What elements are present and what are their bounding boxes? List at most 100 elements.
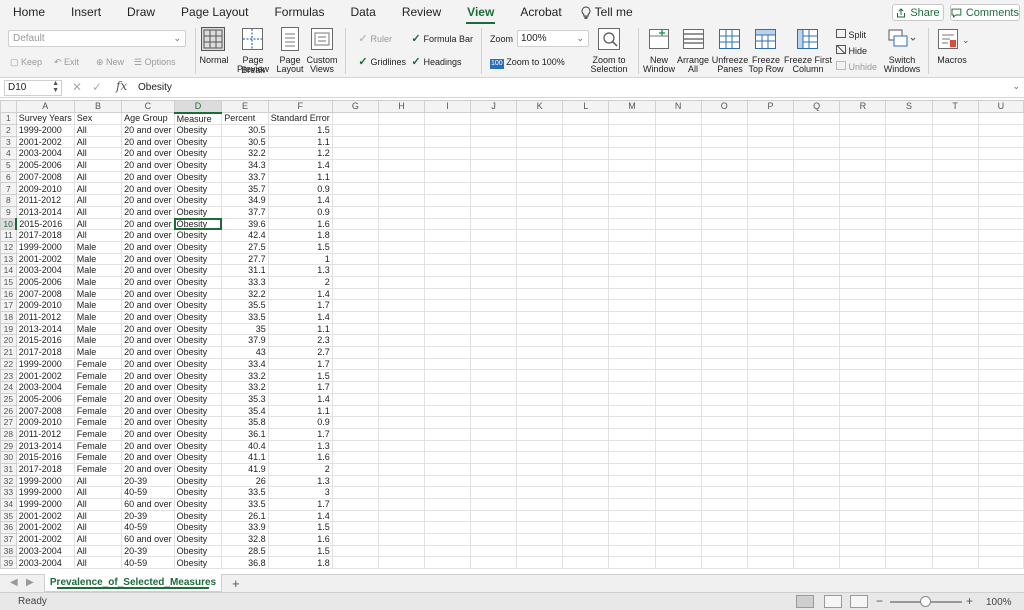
cell[interactable] [977,509,1024,523]
cell[interactable] [516,474,564,488]
cell[interactable] [793,124,841,137]
cell[interactable]: 1.5 [267,544,333,558]
cell[interactable]: 43 [221,346,269,359]
row-header[interactable]: 8 [0,194,17,207]
cell[interactable]: 20 and over [121,264,175,277]
cell[interactable] [516,205,564,219]
cell[interactable] [562,416,610,429]
cell[interactable] [654,194,702,207]
column-header-l[interactable]: L [562,100,610,113]
cell[interactable]: 20 and over [121,182,175,196]
cell[interactable]: Male [73,322,123,336]
cell[interactable] [654,170,702,184]
cell[interactable]: 1999-2000 [15,240,75,254]
tab-review[interactable]: Review [389,0,454,24]
cell[interactable] [608,194,656,207]
cell[interactable]: 20 and over [121,287,175,301]
cell[interactable] [470,299,518,312]
cell[interactable]: Obesity [173,217,223,231]
cell[interactable] [331,299,379,312]
cell[interactable] [746,439,795,453]
options-button[interactable]: ☰ Options [134,57,176,67]
cell[interactable] [331,275,379,289]
cell[interactable] [377,194,426,207]
cell[interactable] [562,486,610,499]
cell[interactable] [885,451,933,464]
cell[interactable]: 2 [267,275,333,289]
cell[interactable] [793,299,841,312]
cell[interactable]: 1.5 [267,521,333,535]
cell[interactable] [793,533,841,546]
cell[interactable] [424,392,472,406]
cell[interactable] [700,462,748,476]
cell[interactable] [931,124,979,137]
cell[interactable] [793,544,841,558]
cell[interactable]: 35 [221,322,269,336]
cell[interactable] [470,275,518,289]
cell[interactable] [839,229,887,242]
cell[interactable]: 20 and over [121,334,175,348]
cell[interactable] [654,439,702,453]
cell[interactable]: 30.5 [221,135,269,149]
cell[interactable] [424,544,472,558]
cell[interactable]: Percent [221,112,269,125]
cell[interactable] [793,182,841,196]
cell[interactable]: 1.4 [267,159,333,172]
cell[interactable]: 2017-2018 [15,229,75,242]
cell[interactable] [931,217,979,231]
zoom-100-button[interactable]: 100 Zoom to 100% [490,57,565,69]
cell[interactable]: Obesity [173,486,223,499]
cell[interactable]: Female [73,381,123,394]
cell[interactable] [331,135,379,149]
cell[interactable] [839,322,887,336]
cell[interactable]: 36.1 [221,427,269,441]
cell[interactable]: 1.5 [267,369,333,383]
cell[interactable] [700,509,748,523]
cell[interactable] [931,252,979,266]
cell[interactable]: All [73,147,123,161]
cell[interactable] [839,240,887,254]
cell[interactable] [608,124,656,137]
cell[interactable] [470,357,518,371]
cell[interactable] [793,369,841,383]
cell[interactable] [977,124,1024,137]
cell[interactable] [516,462,564,476]
cell[interactable]: 1.5 [267,124,333,137]
cell[interactable] [516,182,564,196]
column-header-g[interactable]: G [331,100,379,113]
cell[interactable] [977,299,1024,312]
cell[interactable] [424,556,472,570]
cell[interactable] [700,240,748,254]
cell[interactable] [977,381,1024,394]
cell[interactable]: Obesity [173,311,223,324]
cell[interactable] [470,427,518,441]
cell[interactable] [700,264,748,277]
cell[interactable] [977,346,1024,359]
cell[interactable] [516,498,564,511]
cell[interactable] [931,287,979,301]
cell[interactable] [977,392,1024,406]
cell[interactable] [793,451,841,464]
cell[interactable]: 20 and over [121,299,175,312]
cell[interactable] [331,217,379,231]
cell[interactable]: 2003-2004 [15,556,75,570]
cell[interactable]: 2001-2002 [15,521,75,535]
row-header[interactable]: 25 [0,392,17,406]
cell[interactable] [654,252,702,266]
headings-checkbox[interactable]: ✓ Headings [411,57,461,68]
cell[interactable] [654,334,702,348]
cell[interactable]: 1.7 [267,381,333,394]
tab-data[interactable]: Data [337,0,388,24]
cell[interactable] [562,252,610,266]
cell[interactable]: Female [73,451,123,464]
cell[interactable]: 1.3 [267,439,333,453]
cell[interactable]: Obesity [173,556,223,570]
split-button[interactable]: Split [836,29,866,40]
cell[interactable] [331,334,379,348]
cell[interactable]: Female [73,439,123,453]
cell[interactable] [746,299,795,312]
cell[interactable]: Obesity [173,322,223,336]
cell[interactable]: Obesity [173,135,223,149]
cell[interactable] [377,135,426,149]
cell[interactable] [700,381,748,394]
